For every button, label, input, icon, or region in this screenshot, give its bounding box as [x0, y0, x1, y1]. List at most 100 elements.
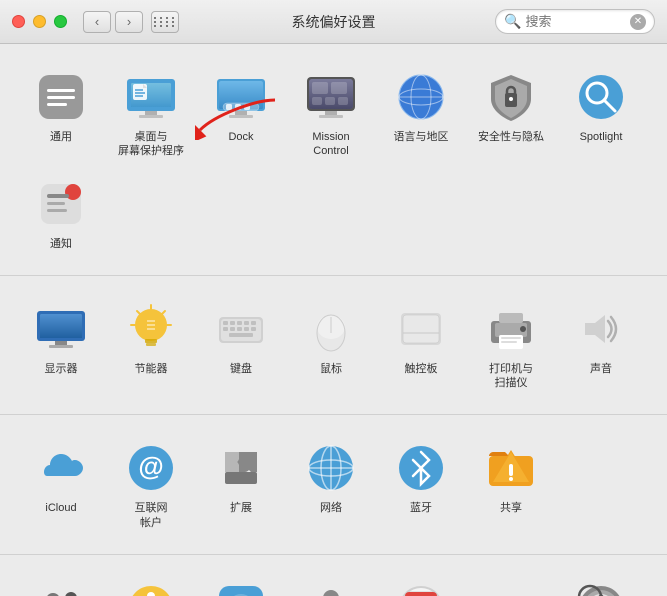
section-internet: iCloud @ 互联网帐户 — [0, 414, 667, 554]
forward-button[interactable]: › — [115, 11, 143, 33]
keyboard-item[interactable]: 键盘 — [196, 292, 286, 399]
printer-item[interactable]: 打印机与扫描仪 — [466, 292, 556, 399]
general-icon — [32, 68, 90, 126]
mouse-label: 鼠标 — [320, 362, 342, 376]
dock-label: Dock — [228, 130, 253, 144]
appstore-item[interactable]: A App Store — [196, 571, 286, 596]
search-input[interactable] — [525, 14, 625, 29]
back-button[interactable]: ‹ — [83, 11, 111, 33]
sharing-item[interactable]: 共享 — [466, 431, 556, 538]
language-label: 语言与地区 — [394, 130, 449, 144]
accounts-label: 互联网帐户 — [135, 501, 168, 530]
minimize-button[interactable] — [33, 15, 46, 28]
energy-icon — [122, 300, 180, 358]
mouse-icon — [302, 300, 360, 358]
network-item[interactable]: 网络 — [286, 431, 376, 538]
accounts-item[interactable]: @ 互联网帐户 — [106, 431, 196, 538]
nav-buttons: ‹ › — [83, 11, 143, 33]
spotlight-label: Spotlight — [580, 130, 623, 144]
desktop-icon — [122, 68, 180, 126]
traffic-lights — [12, 15, 67, 28]
desktop-item[interactable]: 桌面与屏幕保护程序 — [106, 60, 196, 167]
printer-label: 打印机与扫描仪 — [489, 362, 533, 391]
desktop-label: 桌面与屏幕保护程序 — [118, 130, 184, 159]
spotlight-item[interactable]: Spotlight — [556, 60, 646, 167]
sharing-icon — [482, 439, 540, 497]
energy-item[interactable]: 节能器 — [106, 292, 196, 399]
icloud-label: iCloud — [45, 501, 76, 515]
mission-control-item[interactable]: MissionControl — [286, 60, 376, 167]
search-icon: 🔍 — [504, 13, 521, 30]
svg-text:@: @ — [138, 451, 163, 481]
timemachine-item[interactable]: Time Machine — [556, 571, 646, 596]
parental-icon — [122, 579, 180, 596]
dock-icon — [212, 68, 270, 126]
startup-icon — [482, 579, 540, 596]
spotlight-icon — [572, 68, 630, 126]
dock-item[interactable]: Dock — [196, 60, 286, 167]
displays-label: 显示器 — [45, 362, 78, 376]
icloud-item[interactable]: iCloud — [16, 431, 106, 538]
mouse-item[interactable]: 鼠标 — [286, 292, 376, 399]
notifications-label: 通知 — [50, 237, 72, 251]
dictation-icon — [302, 579, 360, 596]
bluetooth-icon — [392, 439, 450, 497]
startup-item[interactable]: 启动磁盘 — [466, 571, 556, 596]
sound-item[interactable]: 声音 — [556, 292, 646, 399]
personal-grid: 通用 — [16, 60, 651, 259]
keyboard-label: 键盘 — [230, 362, 252, 376]
notifications-item[interactable]: 通知 — [16, 167, 106, 259]
users-item[interactable]: 用户与群组 — [16, 571, 106, 596]
general-label: 通用 — [50, 130, 72, 144]
search-box: 🔍 ✕ — [495, 9, 655, 34]
window-title: 系统偏好设置 — [292, 12, 376, 32]
titlebar: ‹ › 系统偏好设置 🔍 ✕ — [0, 0, 667, 44]
parental-item[interactable]: 家长控制 — [106, 571, 196, 596]
energy-label: 节能器 — [135, 362, 168, 376]
maximize-button[interactable] — [54, 15, 67, 28]
hardware-grid: 显示器 — [16, 292, 651, 399]
trackpad-label: 触控板 — [405, 362, 438, 376]
appstore-icon: A — [212, 579, 270, 596]
security-label: 安全性与隐私 — [478, 130, 544, 144]
bluetooth-item[interactable]: 蓝牙 — [376, 431, 466, 538]
security-item[interactable]: 安全性与隐私 — [466, 60, 556, 167]
mission-control-label: MissionControl — [312, 130, 349, 159]
displays-item[interactable]: 显示器 — [16, 292, 106, 399]
accounts-icon: @ — [122, 439, 180, 497]
sharing-label: 共享 — [500, 501, 522, 515]
datetime-icon: 18 APR — [392, 579, 450, 596]
security-icon — [482, 68, 540, 126]
mission-control-icon — [302, 68, 360, 126]
datetime-item[interactable]: 18 APR 日期与时间 — [376, 571, 466, 596]
language-item[interactable]: 语言与地区 — [376, 60, 466, 167]
language-icon — [392, 68, 450, 126]
apps-grid-button[interactable] — [151, 11, 179, 33]
system-grid: 用户与群组 家长控制 — [16, 571, 651, 596]
extensions-label: 扩展 — [230, 501, 252, 515]
keyboard-icon — [212, 300, 270, 358]
bluetooth-label: 蓝牙 — [410, 501, 432, 515]
extensions-item[interactable]: 扩展 — [196, 431, 286, 538]
users-icon — [32, 579, 90, 596]
main-content: 通用 — [0, 44, 667, 596]
timemachine-icon — [572, 579, 630, 596]
network-icon — [302, 439, 360, 497]
extensions-icon — [212, 439, 270, 497]
trackpad-item[interactable]: 触控板 — [376, 292, 466, 399]
section-system: 用户与群组 家长控制 — [0, 554, 667, 596]
displays-icon — [32, 300, 90, 358]
trackpad-icon — [392, 300, 450, 358]
close-button[interactable] — [12, 15, 25, 28]
general-item[interactable]: 通用 — [16, 60, 106, 167]
search-clear-button[interactable]: ✕ — [630, 14, 646, 30]
printer-icon — [482, 300, 540, 358]
icloud-icon — [32, 439, 90, 497]
notifications-icon — [32, 175, 90, 233]
dictation-item[interactable]: 听写与语音 — [286, 571, 376, 596]
section-hardware: 显示器 — [0, 275, 667, 415]
sound-icon — [572, 300, 630, 358]
internet-grid: iCloud @ 互联网帐户 — [16, 431, 651, 538]
network-label: 网络 — [320, 501, 342, 515]
sound-label: 声音 — [590, 362, 612, 376]
